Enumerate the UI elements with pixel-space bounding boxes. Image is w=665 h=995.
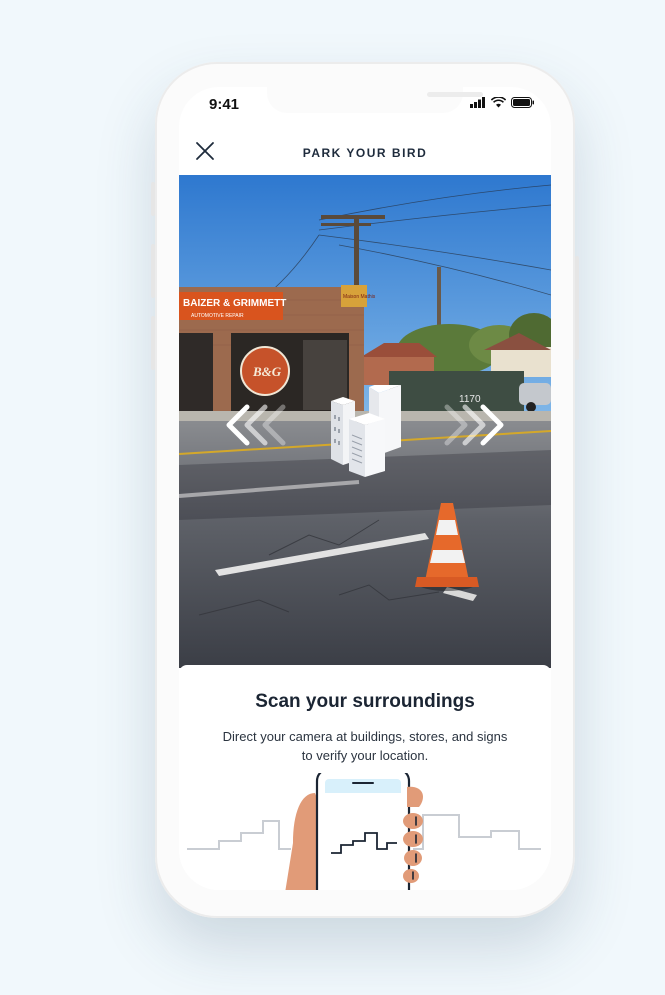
phone-side-button (151, 182, 155, 216)
signal-icon (470, 97, 485, 108)
card-title: Scan your surroundings (255, 691, 475, 712)
header: PARK YOUR BIRD (179, 127, 551, 175)
chevron-right-icon (444, 404, 504, 446)
scan-illustration (187, 773, 541, 890)
phone-notch (267, 87, 483, 113)
wifi-icon (491, 97, 506, 108)
phone-volume-up (151, 244, 155, 298)
status-time: 9:41 (209, 96, 240, 113)
chevron-left-icon (226, 404, 286, 446)
round-logo-text: B&G (252, 364, 282, 379)
camera-view: 1170 BAIZER & GRIMMETT AUTOMOTIVE REPAIR… (179, 175, 551, 668)
status-icons (470, 97, 535, 108)
ar-overlay (226, 385, 504, 477)
phone-power-button (575, 256, 579, 360)
instruction-card: Scan your surroundings Direct your camer… (179, 665, 551, 890)
storefront-sign: BAIZER & GRIMMETT (183, 298, 286, 309)
battery-icon (511, 97, 534, 108)
buildings-icon (331, 385, 401, 477)
phone-volume-down (151, 316, 155, 370)
pole-sign: Maison Mathis (343, 294, 376, 300)
page-title: PARK YOUR BIRD (302, 146, 428, 160)
storefront-subsign: AUTOMOTIVE REPAIR (191, 313, 244, 319)
card-body: Direct your camera at buildings, stores,… (222, 729, 508, 763)
phone-screen: 1170 BAIZER & GRIMMETT AUTOMOTIVE REPAIR… (179, 87, 551, 890)
